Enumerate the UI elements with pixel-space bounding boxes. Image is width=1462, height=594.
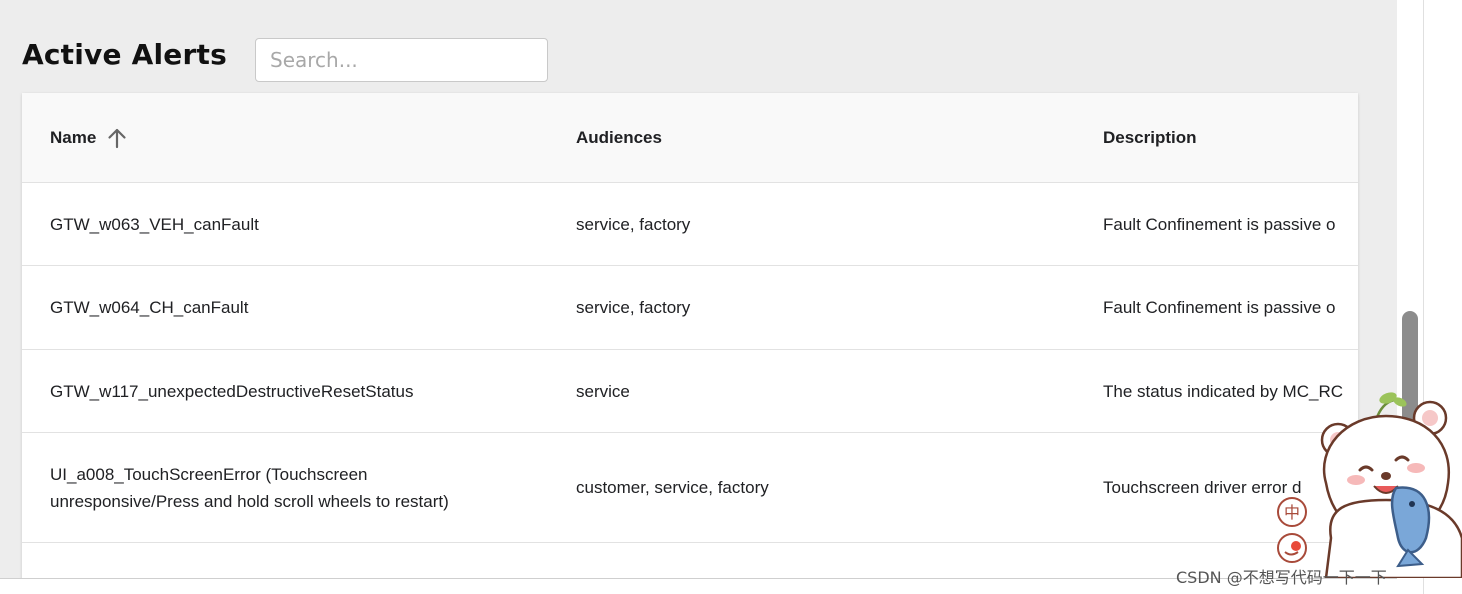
table-header: Name Audiences Description: [22, 93, 1358, 183]
alerts-table: Name Audiences Description GTW_w063_VEH_…: [22, 93, 1358, 594]
watermark: CSDN @不想写代码一下一下: [1176, 568, 1387, 587]
cell-description: Fault Confinement is passive o: [1103, 214, 1336, 234]
ime-label: 中: [1284, 503, 1300, 522]
cell-audiences: service, factory: [576, 298, 691, 317]
page-title: Active Alerts: [22, 38, 227, 71]
table-row[interactable]: GTW_w063_VEH_canFault service, factory F…: [22, 183, 1358, 266]
column-header-name[interactable]: Name: [50, 93, 128, 183]
search-input[interactable]: [255, 38, 548, 82]
cell-name: GTW_w064_CH_canFault: [50, 298, 249, 317]
column-label-audiences: Audiences: [576, 128, 662, 147]
sort-ascending-icon[interactable]: [106, 127, 128, 149]
table-row[interactable]: GTW_w064_CH_canFault service, factory Fa…: [22, 266, 1358, 350]
column-label-name: Name: [50, 128, 97, 147]
bear-mascot-icon: 中: [1277, 392, 1462, 578]
table-row[interactable]: UI_a008_TouchScreenError (Touchscreen un…: [22, 433, 1358, 543]
cell-name: UI_a008_TouchScreenError (Touchscreen un…: [50, 464, 449, 511]
cell-audiences: service, factory: [576, 214, 691, 234]
column-header-description[interactable]: Description: [1103, 93, 1197, 183]
cell-audiences: service: [576, 381, 630, 401]
column-label-description: Description: [1103, 128, 1197, 147]
table-row[interactable]: GTW_w117_unexpectedDestructiveResetStatu…: [22, 350, 1358, 433]
cell-name: GTW_w117_unexpectedDestructiveResetStatu…: [50, 381, 414, 401]
cell-audiences: customer, service, factory: [576, 478, 769, 497]
column-header-audiences[interactable]: Audiences: [576, 93, 662, 183]
cell-name: GTW_w063_VEH_canFault: [50, 214, 259, 234]
cell-description: Fault Confinement is passive o: [1103, 298, 1336, 317]
